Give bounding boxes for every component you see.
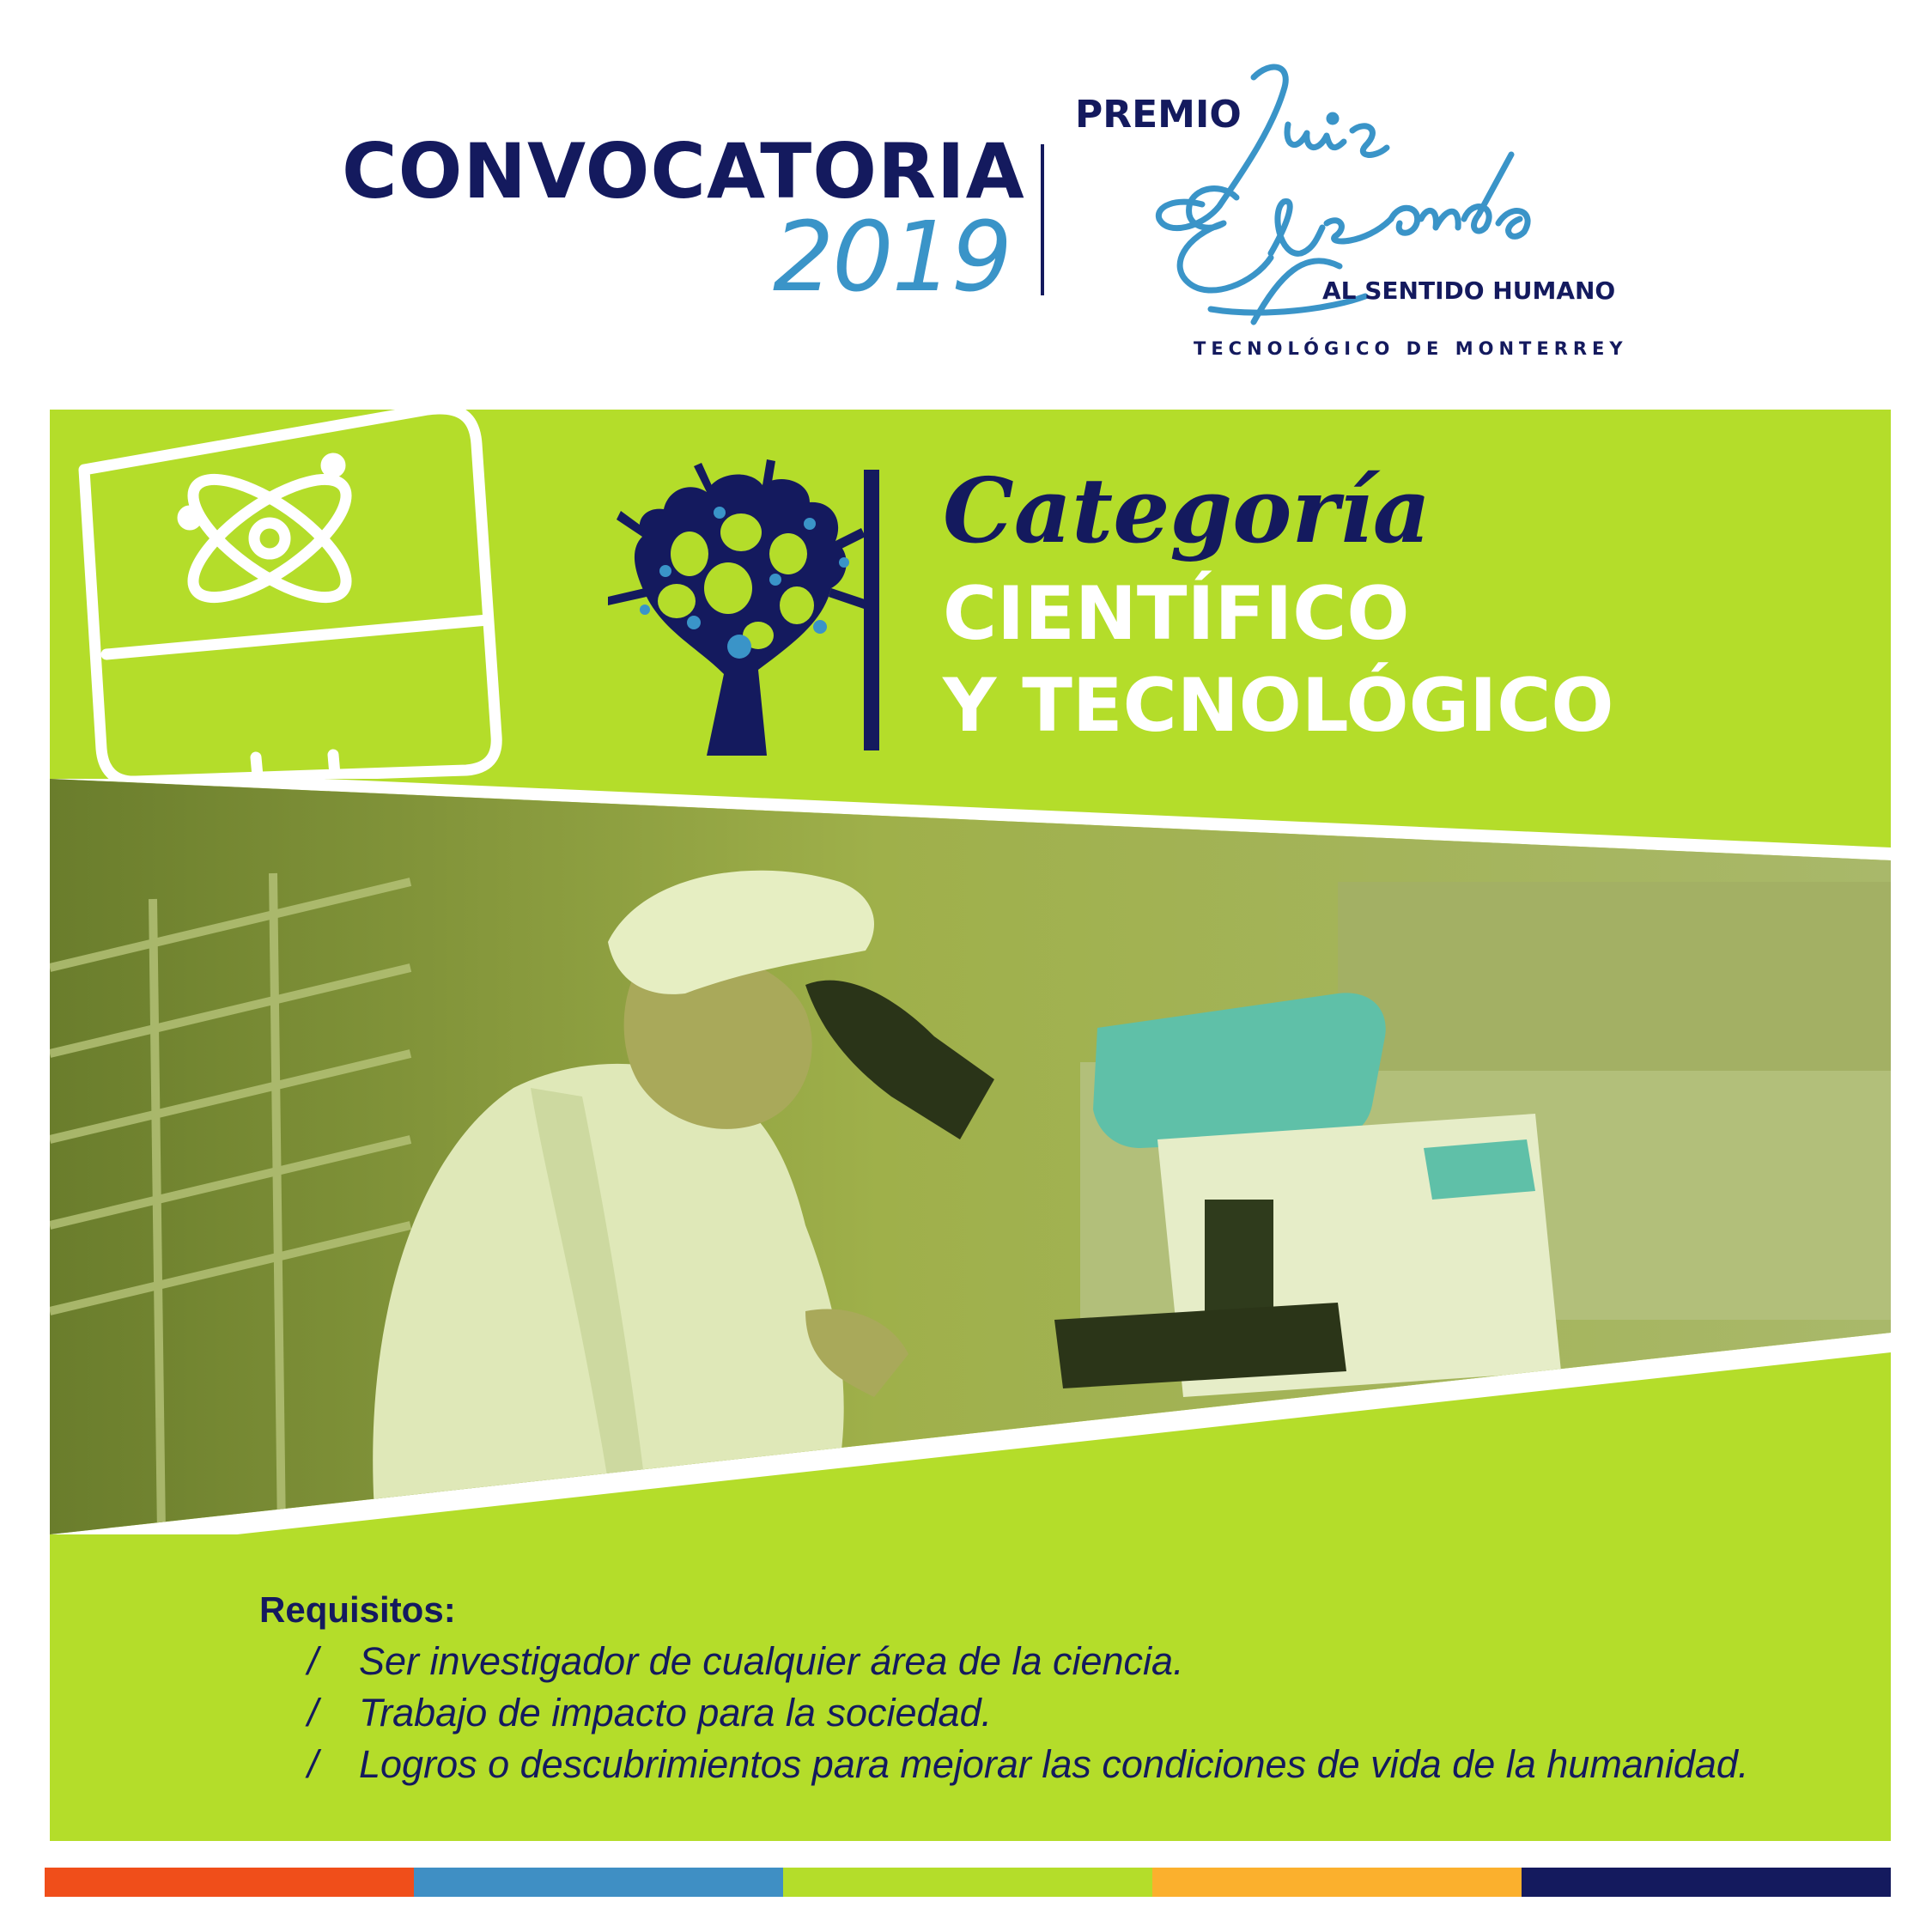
monitor-atom-icon (78, 410, 502, 779)
color-bar-amber (1152, 1868, 1522, 1897)
requirement-item: / Ser investigador de cualquier área de l… (307, 1639, 1184, 1684)
category-panel: Categoría CIENTÍFICO Y TECNOLÓGICO Requi… (50, 410, 1891, 1841)
bullet-slash: / (307, 1742, 319, 1786)
bullet-slash: / (307, 1639, 319, 1683)
category-subtitle-line1: CIENTÍFICO (943, 571, 1410, 657)
al-sentido-humano-label: AL SENTIDO HUMANO (1322, 276, 1616, 305)
color-bar-lime (783, 1868, 1152, 1897)
color-bar-blue (414, 1868, 783, 1897)
institution-label: TECNOLÓGICO DE MONTERREY (1194, 338, 1628, 359)
requirement-text: Trabajo de impacto para la sociedad. (359, 1691, 993, 1735)
tree-logo-icon (608, 459, 870, 756)
requirement-item: / Trabajo de impacto para la sociedad. (307, 1691, 992, 1735)
bullet-slash: / (307, 1691, 319, 1735)
requirement-text: Logros o descubrimientos para mejorar la… (359, 1742, 1749, 1786)
color-bar-navy (1522, 1868, 1891, 1897)
category-title: Categoría (943, 458, 1431, 563)
scientist-microscope-photo (50, 779, 1891, 1534)
requirement-text: Ser investigador de cualquier área de la… (359, 1639, 1184, 1683)
category-divider (864, 470, 879, 750)
category-subtitle-line2: Y TECNOLÓGICO (943, 663, 1614, 749)
year-heading: 2019 (773, 202, 1012, 313)
requirement-item: / Logros o descubrimientos para mejorar l… (307, 1742, 1748, 1787)
requirements-title: Requisitos: (259, 1589, 456, 1630)
header-divider (1041, 144, 1044, 295)
color-bar-orange (45, 1868, 414, 1897)
